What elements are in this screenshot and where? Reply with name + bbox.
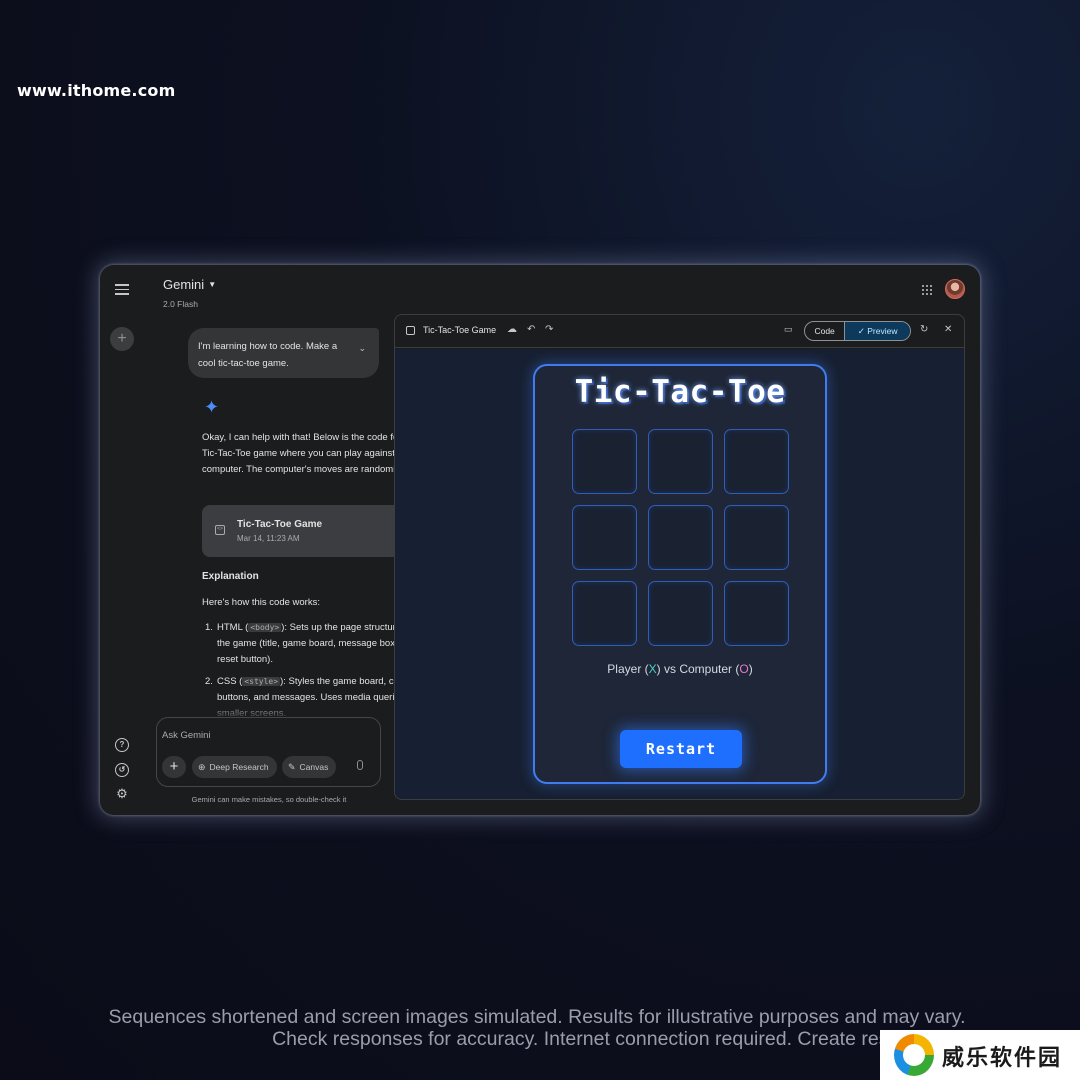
avatar[interactable] — [945, 279, 965, 299]
preview-area: Tic-Tac-Toe Player (X) vs Computer (O) R… — [395, 349, 964, 799]
user-message-text: I'm learning how to code. Make a cool ti… — [198, 341, 338, 369]
user-message: I'm learning how to code. Make a cool ti… — [188, 328, 379, 378]
prompt-composer[interactable]: Ask Gemini + ⊕ Deep Research ✎ Canvas — [156, 717, 381, 787]
apps-grid-icon[interactable] — [922, 285, 932, 295]
board-cell[interactable] — [648, 581, 713, 646]
microphone-icon[interactable] — [357, 760, 363, 770]
code-tab[interactable]: Code — [805, 322, 846, 340]
inline-code: <body> — [248, 623, 282, 632]
cloud-icon[interactable]: ☁ — [507, 324, 517, 335]
deep-research-icon: ⊕ — [198, 762, 206, 772]
inline-code: <style> — [242, 677, 281, 686]
canvas-title: Tic-Tac-Toe Game — [423, 325, 497, 335]
redo-icon[interactable]: ↷ — [545, 324, 553, 335]
left-rail: + ? ↺ ⚙ — [100, 265, 144, 815]
preview-tab[interactable]: ✓ Preview — [845, 322, 910, 340]
canvas-toolbar: Tic-Tac-Toe Game ☁ ↶ ↷ ▭ Code ✓ Preview … — [395, 315, 964, 348]
list-text: CSS ( — [217, 676, 243, 687]
help-icon[interactable]: ? — [115, 738, 129, 752]
code-document-icon — [406, 326, 415, 335]
check-icon: ✓ — [857, 326, 868, 336]
watermark-site: www.ithome.com — [17, 81, 176, 100]
activity-icon[interactable]: ↺ — [115, 763, 129, 777]
logo-icon — [894, 1034, 934, 1076]
explanation-heading: Explanation — [202, 571, 259, 582]
prompt-input[interactable]: Ask Gemini — [162, 730, 211, 741]
document-card[interactable]: <> Tic-Tac-Toe Game Mar 14, 11:23 AM — [202, 505, 423, 557]
status-text: ) — [748, 662, 753, 676]
list-number: 1. — [205, 622, 213, 633]
explanation-intro: Here's how this code works: — [202, 597, 320, 608]
board-cell[interactable] — [724, 581, 789, 646]
code-document-icon: <> — [215, 525, 225, 535]
player-mark: X — [648, 662, 657, 676]
canvas-icon: ✎ — [288, 762, 296, 772]
canvas-button[interactable]: ✎ Canvas — [282, 756, 337, 778]
board-cell[interactable] — [724, 429, 789, 494]
view-toggle: Code ✓ Preview — [804, 321, 911, 341]
chevron-down-icon[interactable]: ⌄ — [358, 340, 366, 357]
game-card: Tic-Tac-Toe Player (X) vs Computer (O) R… — [533, 364, 827, 784]
refresh-icon[interactable]: ↻ — [920, 324, 928, 335]
deep-research-label: Deep Research — [209, 762, 269, 772]
computer-mark: O — [739, 662, 749, 676]
menu-icon[interactable] — [115, 284, 129, 298]
settings-icon[interactable]: ⚙ — [115, 787, 129, 801]
status-text: ) vs Computer ( — [656, 662, 740, 676]
status-text: Player ( — [607, 662, 649, 676]
document-title: Tic-Tac-Toe Game — [237, 519, 323, 530]
list-number: 2. — [205, 676, 213, 687]
legal-line-1: Sequences shortened and screen images si… — [108, 1006, 966, 1028]
board-cell[interactable] — [724, 505, 789, 570]
add-button[interactable]: + — [162, 756, 186, 778]
player-vs-computer: Player (X) vs Computer (O) — [535, 662, 825, 676]
logo-text: 威乐软件园 — [942, 1045, 1063, 1071]
restart-button[interactable]: Restart — [620, 730, 742, 768]
watermark-logo: 威乐软件园 — [880, 1030, 1080, 1080]
undo-icon[interactable]: ↶ — [527, 324, 535, 335]
close-icon[interactable]: ✕ — [944, 324, 952, 335]
new-chat-button[interactable]: + — [110, 327, 134, 351]
preview-tab-label: Preview — [867, 326, 898, 336]
gemini-window: + ? ↺ ⚙ Gemini ▼ 2.0 Flash I'm learning h… — [100, 265, 980, 815]
board-cell[interactable] — [572, 505, 637, 570]
document-date: Mar 14, 11:23 AM — [237, 534, 300, 543]
list-text: HTML ( — [217, 622, 249, 633]
canvas-panel: Tic-Tac-Toe Game ☁ ↶ ↷ ▭ Code ✓ Preview … — [394, 314, 965, 800]
console-icon[interactable]: ▭ — [784, 324, 793, 335]
game-board — [572, 429, 790, 646]
board-cell[interactable] — [572, 429, 637, 494]
game-title: Tic-Tac-Toe — [574, 374, 786, 410]
board-cell[interactable] — [648, 429, 713, 494]
canvas-label: Canvas — [299, 762, 329, 772]
board-cell[interactable] — [572, 581, 637, 646]
deep-research-button[interactable]: ⊕ Deep Research — [192, 756, 277, 778]
gemini-sparkle-icon: ✦ — [204, 397, 220, 417]
disclaimer: Gemini can make mistakes, so double-chec… — [191, 795, 347, 804]
board-cell[interactable] — [648, 505, 713, 570]
